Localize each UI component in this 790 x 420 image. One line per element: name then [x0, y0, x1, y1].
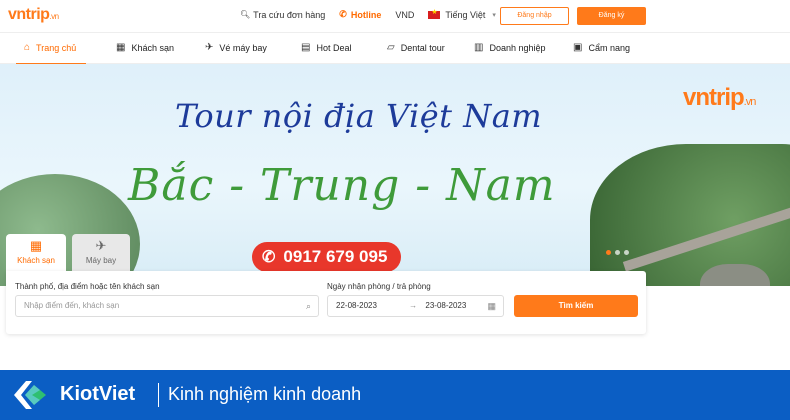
site-logo[interactable]: vntrip.vn — [8, 6, 59, 24]
language-value: Tiếng Việt — [445, 9, 486, 20]
search-icon: 🔍︎ — [240, 10, 251, 19]
main-nav: ⌂ Trang chủ ▦ Khách sạn ✈ Vé máy bay ▤ H… — [0, 32, 790, 65]
logo-text: vntrip — [8, 6, 50, 23]
banner-scenery-right — [590, 144, 790, 286]
banner-logo-suffix: .vn — [743, 96, 757, 108]
nav-item-handbook[interactable]: ▣ Cẩm nang — [573, 42, 630, 53]
book-icon: ▣ — [573, 42, 583, 53]
destination-input[interactable]: Nhập điểm đến, khách sạn ⌕ — [15, 295, 319, 317]
phone-icon: ✆ — [339, 9, 347, 19]
deal-icon: ▤ — [301, 42, 311, 53]
hotline-label: Hotline — [350, 9, 382, 20]
carousel-dot[interactable] — [606, 250, 611, 255]
kiotviet-brand: KiotViet — [60, 383, 136, 405]
chevron-down-icon: ▾ — [492, 11, 496, 19]
search-icon: ⌕ — [305, 301, 311, 311]
currency-selector[interactable]: VND — [395, 10, 414, 20]
hotline-link[interactable]: ✆ Hotline — [339, 9, 381, 20]
kiotviet-tagline: Kinh nghiệm kinh doanh — [168, 384, 362, 404]
nav-item-hotels[interactable]: ▦ Khách sạn — [116, 42, 174, 53]
nav-item-flights[interactable]: ✈ Vé máy bay — [205, 42, 267, 53]
register-button[interactable]: Đăng ký — [577, 7, 646, 25]
tooth-icon: ▱ — [387, 42, 395, 53]
home-icon: ⌂ — [24, 42, 31, 53]
hotel-search-form: Thành phố, địa điểm hoặc tên khách sạn N… — [6, 271, 646, 334]
nav-item-dental-tour[interactable]: ▱ Dental tour — [387, 42, 445, 53]
order-lookup-label: Tra cứu đơn hàng — [253, 9, 326, 20]
top-links: 🔍︎ Tra cứu đơn hàng ✆ Hotline VND Tiếng … — [240, 8, 496, 20]
top-bar: vntrip.vn 🔍︎ Tra cứu đơn hàng ✆ Hotline … — [0, 0, 790, 32]
building-icon: ▦ — [29, 238, 43, 253]
banner-headline: Tour nội địa Việt Nam — [175, 97, 543, 135]
phone-icon: ✆ — [262, 249, 276, 266]
search-button[interactable]: Tìm kiếm — [514, 295, 638, 317]
nav-item-label: Khách sạn — [131, 42, 174, 53]
nav-item-business[interactable]: ▥ Doanh nghiệp — [474, 42, 546, 53]
nav-item-label: Vé máy bay — [219, 42, 267, 53]
page: vntrip.vn 🔍︎ Tra cứu đơn hàng ✆ Hotline … — [0, 0, 790, 420]
kiotviet-footer-band: KiotViet Kinh nghiệm kinh doanh — [0, 370, 790, 420]
nav-item-label: Doanh nghiệp — [489, 42, 546, 53]
banner-logo: vntrip.vn — [683, 84, 757, 112]
nav-item-home[interactable]: ⌂ Trang chủ — [24, 42, 76, 53]
order-lookup-link[interactable]: 🔍︎ Tra cứu đơn hàng — [240, 10, 325, 20]
tab-label: Khách sạn — [17, 256, 55, 265]
banner-logo-text: vntrip — [683, 84, 745, 111]
carousel-dots — [606, 250, 629, 255]
dates-label: Ngày nhận phòng / trả phòng — [327, 282, 431, 291]
tab-hotels[interactable]: ▦ Khách sạn — [6, 234, 66, 272]
nav-item-hot-deal[interactable]: ▤ Hot Deal — [301, 42, 351, 53]
nav-item-label: Trang chủ — [36, 42, 77, 53]
arrow-right-icon: → — [409, 301, 418, 310]
banner-phone-number: 0917 679 095 — [283, 247, 388, 266]
destination-placeholder: Nhập điểm đến, khách sạn — [24, 301, 120, 310]
footer-divider — [158, 383, 159, 407]
banner-hotline-pill[interactable]: ✆ 0917 679 095 — [252, 242, 401, 272]
destination-label: Thành phố, địa điểm hoặc tên khách sạn — [15, 282, 160, 291]
carousel-dot[interactable] — [624, 250, 629, 255]
building-icon: ▦ — [116, 42, 126, 53]
currency-value: VND — [395, 9, 415, 20]
calendar-icon: ▦ — [487, 301, 496, 311]
logo-suffix: .vn — [49, 12, 59, 21]
login-button[interactable]: Đăng nhập — [500, 7, 569, 25]
plane-icon: ✈ — [95, 238, 107, 253]
tab-label: Máy bay — [85, 256, 117, 265]
vietnam-flag-icon — [428, 8, 441, 19]
checkout-date: 23-08-2023 — [425, 301, 467, 310]
carousel-dot[interactable] — [615, 250, 620, 255]
business-icon: ▥ — [474, 42, 484, 53]
plane-icon: ✈ — [205, 42, 214, 53]
language-selector[interactable]: Tiếng Việt ▾ — [428, 8, 496, 20]
nav-item-label: Hot Deal — [316, 42, 352, 53]
date-range-picker[interactable]: 22-08-2023 → 23-08-2023 ▦ — [327, 295, 504, 317]
tab-flights[interactable]: ✈ Máy bay — [72, 234, 130, 272]
checkin-date: 22-08-2023 — [336, 301, 377, 310]
kiotviet-logo-icon — [14, 381, 46, 409]
nav-item-label: Dental tour — [400, 42, 445, 53]
nav-item-label: Cẩm nang — [588, 42, 630, 53]
banner-subheadline: Bắc - Trung - Nam — [128, 160, 556, 211]
